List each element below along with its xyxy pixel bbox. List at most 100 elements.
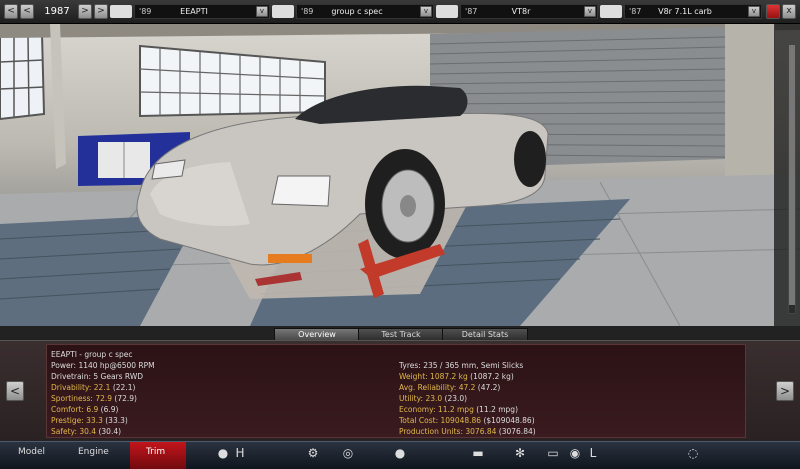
stat-value: 6.9: [86, 405, 99, 414]
stat-sportiness: Sportiness: 72.9 (72.9): [51, 394, 137, 404]
engine-name: VT8r: [511, 7, 531, 16]
stat-extra: (22.1): [112, 383, 136, 392]
stat-value: 1087.2 kg: [430, 372, 468, 381]
stat-extra: (6.9): [100, 405, 119, 414]
year-display: 1987: [44, 6, 70, 17]
floppy-icon[interactable]: [766, 4, 780, 19]
stat-value: 23.0: [425, 394, 443, 403]
chevron-down-icon[interactable]: v: [584, 6, 596, 17]
stat-extra: (23.0): [444, 394, 468, 403]
year-next-button[interactable]: >: [78, 4, 92, 19]
brake-icon[interactable]: ●: [392, 445, 408, 461]
stats-box: EEAPTI - group c spec Power: 1140 hp@650…: [46, 344, 746, 438]
variant-name: V8r 7.1L carb: [658, 7, 712, 16]
steering-icon[interactable]: ◉: [567, 445, 583, 461]
bottom-nav: Model Engine Trim ● H ⚙ ◎ ● ▬ ✻ ▭ ◉ L ◌: [0, 441, 800, 469]
stats-tabs: Overview Test Track Detail Stats: [0, 326, 800, 340]
tab-test-track[interactable]: Test Track: [358, 328, 444, 340]
stat-value: 72.9: [95, 394, 113, 403]
stat-value: 3076.84: [465, 427, 497, 436]
garage-viewport[interactable]: [0, 24, 800, 326]
top-toolbar: < < 1987 > > '89 EEAPTI v '89 group c sp…: [0, 0, 800, 24]
chassis-icon[interactable]: ●: [215, 445, 231, 461]
chevron-down-icon[interactable]: v: [420, 6, 432, 17]
stat-utility: Utility: 23.0 (23.0): [399, 394, 467, 404]
model-name: EEAPTI: [180, 7, 208, 16]
nav-model[interactable]: Model: [18, 442, 58, 469]
trim-name: group c spec: [331, 7, 383, 16]
stat-extra: (1087.2 kg): [470, 372, 514, 381]
gearbox-icon[interactable]: H: [232, 445, 248, 461]
trim-select[interactable]: '89 group c spec v: [296, 4, 434, 19]
stat-extra: (11.2 mpg): [476, 405, 518, 414]
stat-key: Total Cost:: [399, 416, 439, 425]
seat-icon[interactable]: L: [585, 445, 601, 461]
close-button[interactable]: x: [782, 4, 796, 19]
year-next-fast-button[interactable]: >: [94, 4, 108, 19]
settings-icon[interactable]: ◌: [685, 445, 701, 461]
stat-production-units: Production Units: 3076.84 (3076.84): [399, 427, 536, 437]
wheel-icon[interactable]: ◎: [340, 445, 356, 461]
stat-value: 11.2 mpg: [437, 405, 474, 414]
stat-comfort: Comfort: 6.9 (6.9): [51, 405, 118, 415]
stat-value: 109048.86: [440, 416, 482, 425]
car-model-icon: [110, 5, 132, 18]
stat-extra: (72.9): [114, 394, 137, 403]
stat-key: Economy:: [399, 405, 436, 414]
stat-value: 30.4: [79, 427, 97, 436]
chevron-down-icon[interactable]: v: [748, 6, 760, 17]
stats-prev-button[interactable]: <: [6, 381, 24, 401]
fan-icon[interactable]: ✻: [512, 445, 528, 461]
stat-extra: (30.4): [98, 427, 122, 436]
stats-next-button[interactable]: >: [776, 381, 794, 401]
stat-extra: (33.3): [105, 416, 128, 425]
suspension-icon[interactable]: ⚙: [305, 445, 321, 461]
stat-extra: (47.2): [477, 383, 501, 392]
stat-key: Utility:: [399, 394, 424, 403]
stat-weight: Weight: 1087.2 kg (1087.2 kg): [399, 372, 514, 382]
stat-tyres: Tyres: 235 / 365 mm, Semi Slicks: [399, 361, 524, 370]
stat-value: 22.1: [93, 383, 111, 392]
stat-power: Power: 1140 hp@6500 RPM: [51, 361, 155, 370]
stat-safety: Safety: 30.4 (30.4): [51, 427, 121, 437]
stat-extra: ($109048.86): [483, 416, 535, 425]
stat-key: Prestige:: [51, 416, 84, 425]
stat-value: 33.3: [86, 416, 103, 425]
year-prev-button[interactable]: <: [20, 4, 34, 19]
stat-key: Comfort:: [51, 405, 84, 414]
stat-key: Drivability:: [51, 383, 92, 392]
engine-variant-icon: [600, 5, 622, 18]
stat-drivetrain: Drivetrain: 5 Gears RWD: [51, 372, 144, 381]
stat-key: Production Units:: [399, 427, 463, 436]
stat-key: Avg. Reliability:: [399, 383, 457, 392]
year-prev-fast-button[interactable]: <: [4, 4, 18, 19]
scrollbar-thumb[interactable]: [789, 45, 795, 305]
stat-economy: Economy: 11.2 mpg (11.2 mpg): [399, 405, 518, 415]
stats-title: EEAPTI - group c spec: [51, 350, 133, 359]
engine-select[interactable]: '87 VT8r v: [460, 4, 598, 19]
nav-trim[interactable]: Trim: [130, 442, 186, 469]
model-select[interactable]: '89 EEAPTI v: [134, 4, 270, 19]
stat-key: Weight:: [399, 372, 428, 381]
stat-total-cost: Total Cost: 109048.86 ($109048.86): [399, 416, 535, 426]
nav-engine[interactable]: Engine: [78, 442, 124, 469]
stat-value: 47.2: [458, 383, 476, 392]
stat-drivability: Drivability: 22.1 (22.1): [51, 383, 135, 393]
tab-overview[interactable]: Overview: [274, 328, 360, 340]
view-tools-panel: [774, 24, 800, 326]
garage-scene: [0, 24, 800, 326]
variant-select[interactable]: '87 V8r 7.1L carb v: [624, 4, 762, 19]
stat-key: Sportiness:: [51, 394, 93, 403]
body-icon[interactable]: ▬: [470, 445, 486, 461]
stats-panel: < > EEAPTI - group c spec Power: 1140 hp…: [0, 340, 800, 441]
engine-family-icon: [436, 5, 458, 18]
stat-prestige: Prestige: 33.3 (33.3): [51, 416, 128, 426]
trim-icon: [272, 5, 294, 18]
scrollbar[interactable]: [788, 44, 796, 314]
stat-reliability: Avg. Reliability: 47.2 (47.2): [399, 383, 500, 393]
stat-key: Safety:: [51, 427, 77, 436]
stat-extra: (3076.84): [498, 427, 536, 436]
interior-icon[interactable]: ▭: [545, 445, 561, 461]
chevron-down-icon[interactable]: v: [256, 6, 268, 17]
tab-detail-stats[interactable]: Detail Stats: [442, 328, 528, 340]
